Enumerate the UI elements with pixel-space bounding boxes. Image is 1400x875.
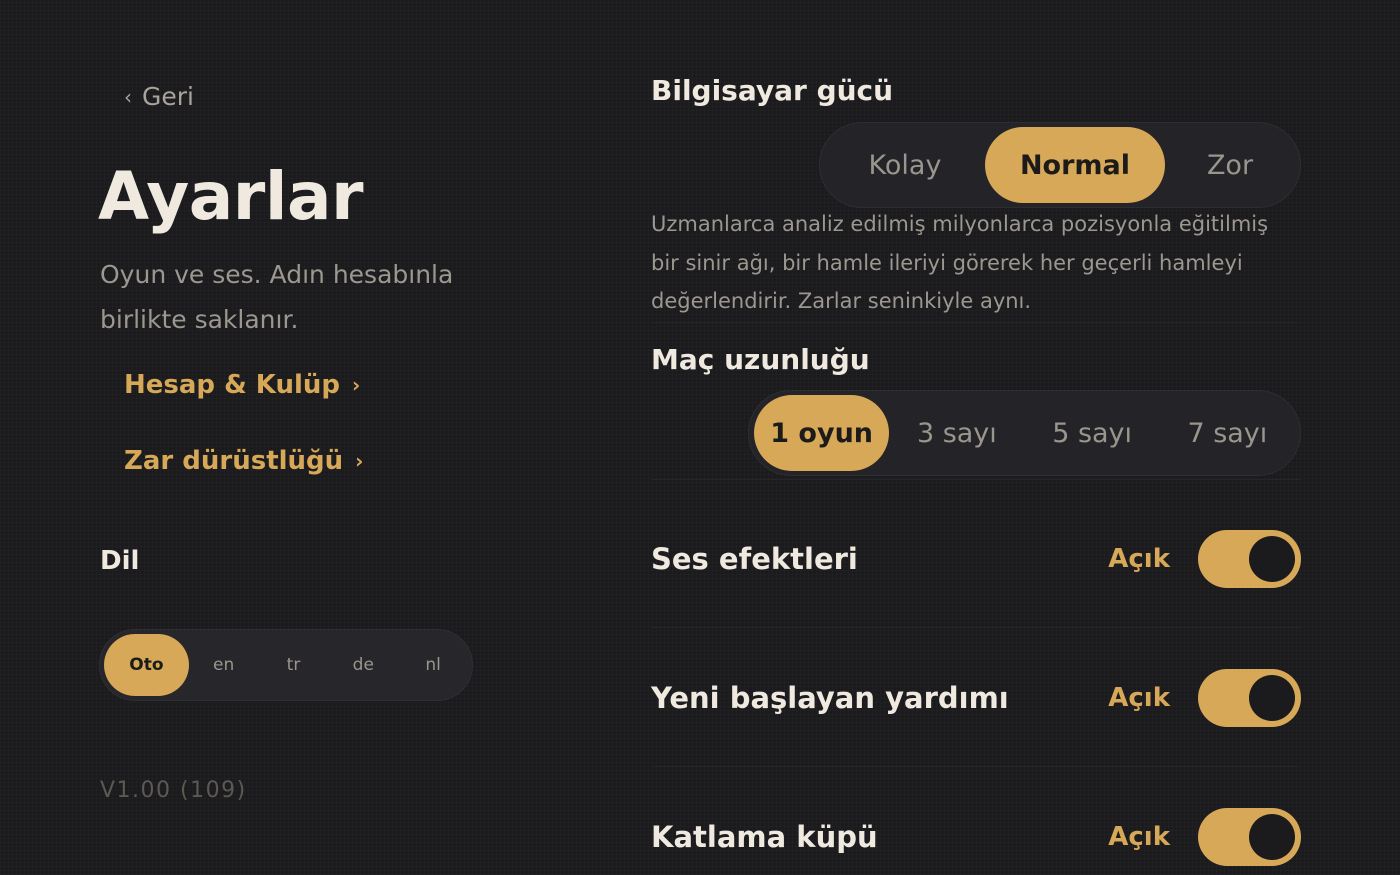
divider — [651, 766, 1301, 767]
page-subtitle: Oyun ve ses. Adın hesabınla birlikte sak… — [100, 260, 454, 334]
match-length-title: Maç uzunluğu — [651, 343, 870, 376]
strength-option-normal[interactable]: Normal — [985, 127, 1165, 203]
back-label: Geri — [142, 82, 194, 111]
strength-option-hard[interactable]: Zor — [1165, 127, 1295, 203]
match-length-option-5[interactable]: 5 sayı — [1025, 395, 1160, 471]
language-option-tr[interactable]: tr — [259, 634, 329, 696]
strength-option-easy[interactable]: Kolay — [825, 127, 985, 203]
chevron-right-icon: › — [355, 449, 364, 473]
chevron-right-icon: › — [352, 373, 361, 397]
language-option-en[interactable]: en — [189, 634, 259, 696]
account-club-link[interactable]: Hesap & Kulüp › — [124, 370, 360, 400]
beginner-help-row: Yeni başlayan yardımı Açık — [651, 668, 1301, 728]
sound-effects-toggle[interactable] — [1198, 530, 1301, 588]
doubling-cube-row: Katlama küpü Açık — [651, 807, 1301, 867]
language-label: Dil — [100, 546, 140, 576]
toggle-knob — [1249, 675, 1295, 721]
strength-selector: Kolay Normal Zor — [819, 122, 1301, 208]
dice-fairness-link[interactable]: Zar dürüstlüğü › — [124, 446, 363, 476]
version-label: V1.00 (109) — [100, 778, 247, 803]
strength-description: Uzmanlarca analiz edilmiş milyonlarca po… — [651, 212, 1269, 313]
sound-effects-row: Ses efektleri Açık — [651, 529, 1301, 589]
doubling-cube-state: Açık — [1108, 822, 1170, 852]
strength-title: Bilgisayar gücü — [651, 74, 894, 107]
sound-effects-state: Açık — [1108, 544, 1170, 574]
language-selector: Oto en tr de nl — [99, 629, 473, 701]
toggle-knob — [1249, 814, 1295, 860]
match-length-option-7[interactable]: 7 sayı — [1160, 395, 1295, 471]
back-button[interactable]: ‹ Geri — [124, 82, 194, 111]
chevron-left-icon: ‹ — [124, 84, 132, 109]
page-title: Ayarlar — [98, 158, 364, 235]
language-option-de[interactable]: de — [328, 634, 398, 696]
dice-fairness-label: Zar dürüstlüğü — [124, 446, 344, 476]
account-club-label: Hesap & Kulüp — [124, 370, 341, 400]
language-option-nl[interactable]: nl — [398, 634, 468, 696]
toggle-knob — [1249, 536, 1295, 582]
beginner-help-label: Yeni başlayan yardımı — [651, 681, 1009, 715]
sound-effects-label: Ses efektleri — [651, 542, 858, 576]
beginner-help-toggle[interactable] — [1198, 669, 1301, 727]
doubling-cube-label: Katlama küpü — [651, 820, 878, 854]
match-length-selector: 1 oyun 3 sayı 5 sayı 7 sayı — [748, 390, 1301, 476]
match-length-option-3[interactable]: 3 sayı — [889, 395, 1024, 471]
beginner-help-state: Açık — [1108, 683, 1170, 713]
doubling-cube-toggle[interactable] — [1198, 808, 1301, 866]
divider — [651, 627, 1301, 628]
divider — [651, 322, 1301, 323]
divider — [651, 479, 1301, 480]
language-option-auto[interactable]: Oto — [104, 634, 189, 696]
match-length-option-1[interactable]: 1 oyun — [754, 395, 890, 471]
